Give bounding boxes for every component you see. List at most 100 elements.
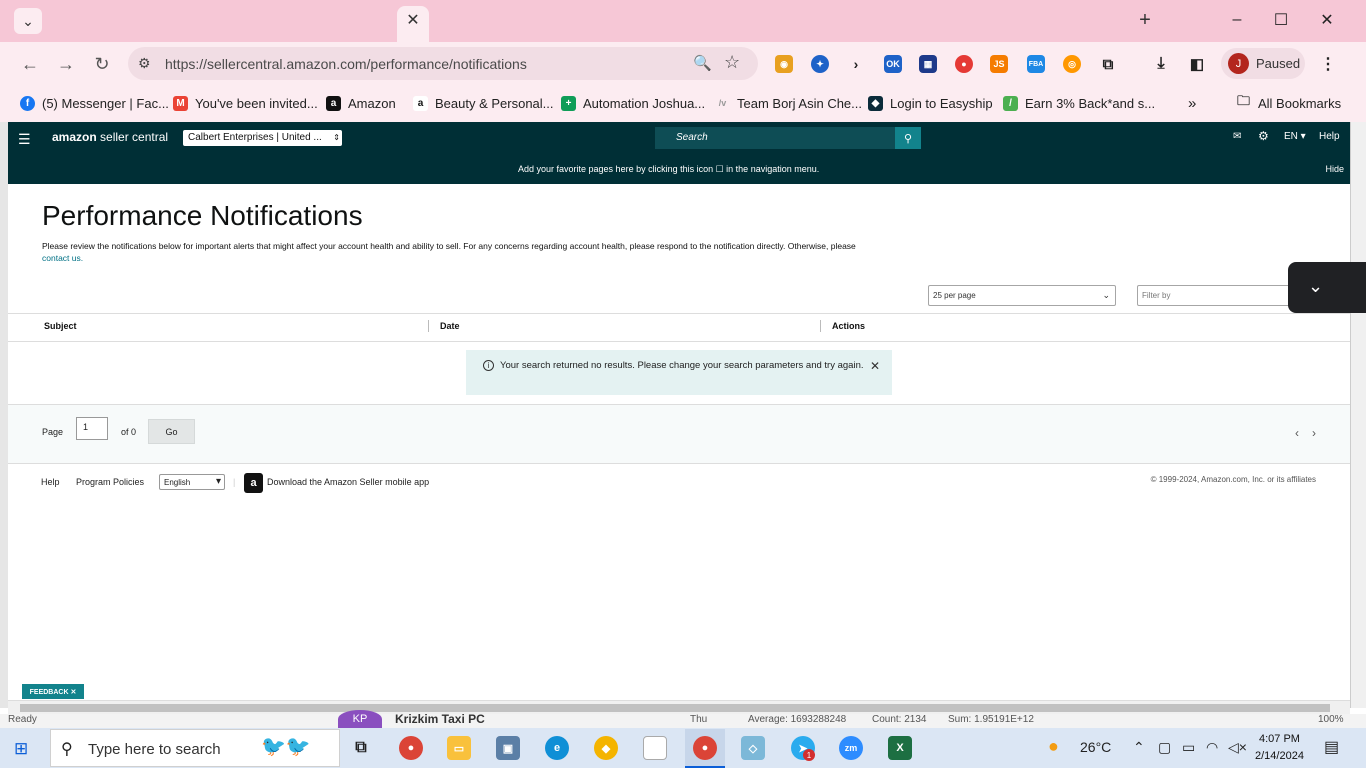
volume-icon[interactable]: ◁× bbox=[1228, 739, 1247, 756]
column-date[interactable]: Date bbox=[440, 321, 460, 331]
shield-icon[interactable]: ◆ bbox=[594, 736, 618, 760]
windows-start-icon[interactable]: ⊞ bbox=[14, 739, 28, 759]
program-policies-link[interactable]: Program Policies bbox=[76, 477, 144, 487]
scroll-thumb[interactable] bbox=[20, 704, 1330, 712]
page-number-input[interactable]: 1 bbox=[76, 417, 108, 440]
bookmark-item[interactable]: / Earn 3% Back*and s... bbox=[1003, 94, 1155, 112]
extension-fba-icon[interactable]: FBA bbox=[1027, 55, 1045, 73]
address-bar[interactable]: ⚙ https://sellercentral.amazon.com/perfo… bbox=[128, 47, 758, 80]
bookmark-star-icon[interactable]: ☆ bbox=[724, 52, 740, 73]
vertical-scrollbar[interactable] bbox=[1350, 122, 1366, 708]
feedback-button[interactable]: FEEDBACK ✕ bbox=[22, 684, 84, 699]
footer-help-link[interactable]: Help bbox=[41, 477, 60, 487]
task-view-icon[interactable]: ⧉ bbox=[349, 736, 373, 760]
search-input[interactable]: Search ⚲ bbox=[655, 127, 921, 149]
maximize-button[interactable]: ☐ bbox=[1268, 9, 1294, 31]
team-icon: /v bbox=[718, 98, 727, 108]
next-page-icon[interactable]: › bbox=[1312, 426, 1316, 440]
download-icon[interactable]: ⤓ bbox=[1152, 55, 1170, 73]
close-tab-icon[interactable]: ✕ bbox=[403, 10, 423, 30]
system-clock[interactable]: 4:07 PM 2/14/2024 bbox=[1255, 731, 1304, 765]
new-tab-button[interactable]: + bbox=[1134, 9, 1156, 31]
search-icon[interactable]: ⚲ bbox=[895, 127, 921, 149]
info-icon: i bbox=[483, 360, 494, 371]
avatar: KP bbox=[338, 710, 382, 728]
edge-icon[interactable]: e bbox=[545, 736, 569, 760]
extension-icon[interactable]: › bbox=[847, 55, 865, 73]
zoom-icon[interactable]: zm bbox=[839, 736, 863, 760]
taskbar-search[interactable]: ⚲ Type here to search 🐦🐦 bbox=[50, 729, 340, 767]
hide-link[interactable]: Hide bbox=[1325, 164, 1344, 174]
close-window-button[interactable]: ✕ bbox=[1314, 9, 1340, 31]
tab-search-button[interactable]: ⌄ bbox=[14, 8, 42, 34]
site-info-icon[interactable]: ⚙ bbox=[138, 55, 151, 72]
wifi-icon[interactable]: ◠ bbox=[1206, 739, 1218, 756]
bookmark-item[interactable]: M You've been invited... bbox=[173, 94, 318, 112]
download-app-link[interactable]: Download the Amazon Seller mobile app bbox=[267, 477, 429, 487]
column-subject[interactable]: Subject bbox=[44, 321, 77, 331]
close-alert-icon[interactable]: ✕ bbox=[870, 359, 880, 373]
forward-icon[interactable]: → bbox=[54, 52, 78, 76]
zoom-icon[interactable]: 🔍 bbox=[693, 54, 712, 72]
back-icon[interactable]: ← bbox=[18, 52, 42, 76]
minimize-button[interactable]: – bbox=[1224, 9, 1250, 31]
more-bookmarks-icon[interactable]: » bbox=[1188, 94, 1196, 112]
no-results-alert: i Your search returned no results. Pleas… bbox=[466, 350, 892, 395]
menu-kebab-icon[interactable]: ⋮ bbox=[1319, 55, 1337, 73]
amazon-seller-app-icon[interactable]: a bbox=[244, 473, 263, 493]
bookmark-item[interactable]: a Beauty & Personal... bbox=[413, 94, 554, 112]
url-text[interactable]: https://sellercentral.amazon.com/perform… bbox=[165, 56, 527, 72]
side-panel-icon[interactable]: ◧ bbox=[1188, 55, 1206, 73]
extension-icon[interactable]: ✦ bbox=[811, 55, 829, 73]
tab-strip bbox=[0, 0, 1366, 42]
amazon-icon: a bbox=[326, 95, 341, 111]
hamburger-menu-icon[interactable]: ☰ bbox=[18, 131, 31, 148]
extension-js-icon[interactable]: JS bbox=[990, 55, 1008, 73]
filter-input[interactable]: Filter by bbox=[1137, 285, 1297, 306]
prev-page-icon[interactable]: ‹ bbox=[1295, 426, 1299, 440]
bookmark-item[interactable]: ◆ Login to Easyship bbox=[868, 94, 993, 112]
easyship-icon: ◆ bbox=[868, 95, 883, 111]
horizontal-scrollbar[interactable] bbox=[8, 700, 1350, 714]
chrome-profile-icon[interactable]: ● bbox=[693, 736, 717, 760]
language-selector[interactable]: EN ▾ bbox=[1284, 131, 1306, 142]
account-switcher[interactable]: Calbert Enterprises | United ... ⇕ bbox=[183, 130, 342, 146]
footer-language-select[interactable]: English ▾ bbox=[159, 474, 225, 490]
contact-us-link[interactable]: contact us. bbox=[42, 253, 83, 263]
notifications-icon[interactable]: ▤ bbox=[1324, 737, 1339, 757]
notepad-icon[interactable] bbox=[643, 736, 667, 760]
help-link[interactable]: Help bbox=[1319, 131, 1340, 142]
extension-icon[interactable]: ▦ bbox=[919, 55, 937, 73]
bookmark-item[interactable]: a Amazon bbox=[326, 94, 396, 112]
scanner-icon[interactable]: ◇ bbox=[741, 736, 765, 760]
extension-ok-icon[interactable]: OK bbox=[884, 55, 902, 73]
file-explorer-icon[interactable]: ▭ bbox=[447, 736, 471, 760]
column-divider bbox=[428, 320, 429, 332]
profile-button[interactable]: J Paused bbox=[1221, 48, 1305, 79]
pagination-bar bbox=[8, 404, 1350, 464]
battery-icon[interactable]: ▭ bbox=[1182, 739, 1195, 756]
chevron-down-icon[interactable]: ⌄ bbox=[1308, 276, 1323, 297]
remote-desktop-icon[interactable]: ▣ bbox=[496, 736, 520, 760]
meet-icon[interactable]: ▢ bbox=[1158, 739, 1171, 756]
bookmark-item[interactable]: /v Team Borj Asin Che... bbox=[715, 94, 862, 112]
settings-gear-icon[interactable]: ⚙ bbox=[1258, 129, 1269, 143]
extension-icon[interactable]: ◉ bbox=[775, 55, 793, 73]
reload-icon[interactable]: ↻ bbox=[90, 52, 114, 76]
extension-icon[interactable]: ◎ bbox=[1063, 55, 1081, 73]
go-button[interactable]: Go bbox=[148, 419, 195, 444]
mail-icon[interactable]: ✉ bbox=[1233, 131, 1241, 142]
extension-icon[interactable]: ● bbox=[955, 55, 973, 73]
floating-panel[interactable]: ⌄ bbox=[1288, 262, 1366, 313]
bookmark-item[interactable]: + Automation Joshua... bbox=[561, 94, 705, 112]
weather-temp[interactable]: 26°C bbox=[1080, 739, 1111, 755]
extensions-puzzle-icon[interactable]: ⧉ bbox=[1099, 55, 1117, 73]
excel-icon[interactable]: X bbox=[888, 736, 912, 760]
chrome-icon[interactable]: ● bbox=[399, 736, 423, 760]
column-actions[interactable]: Actions bbox=[832, 321, 865, 331]
all-bookmarks[interactable]: 🗀 All Bookmarks bbox=[1236, 93, 1341, 112]
chevron-up-icon[interactable]: ⌃ bbox=[1133, 739, 1145, 756]
bookmark-item[interactable]: f (5) Messenger | Fac... bbox=[20, 94, 169, 112]
per-page-select[interactable]: 25 per page ⌄ bbox=[928, 285, 1116, 306]
seller-central-logo[interactable]: amazon seller central bbox=[52, 130, 168, 144]
